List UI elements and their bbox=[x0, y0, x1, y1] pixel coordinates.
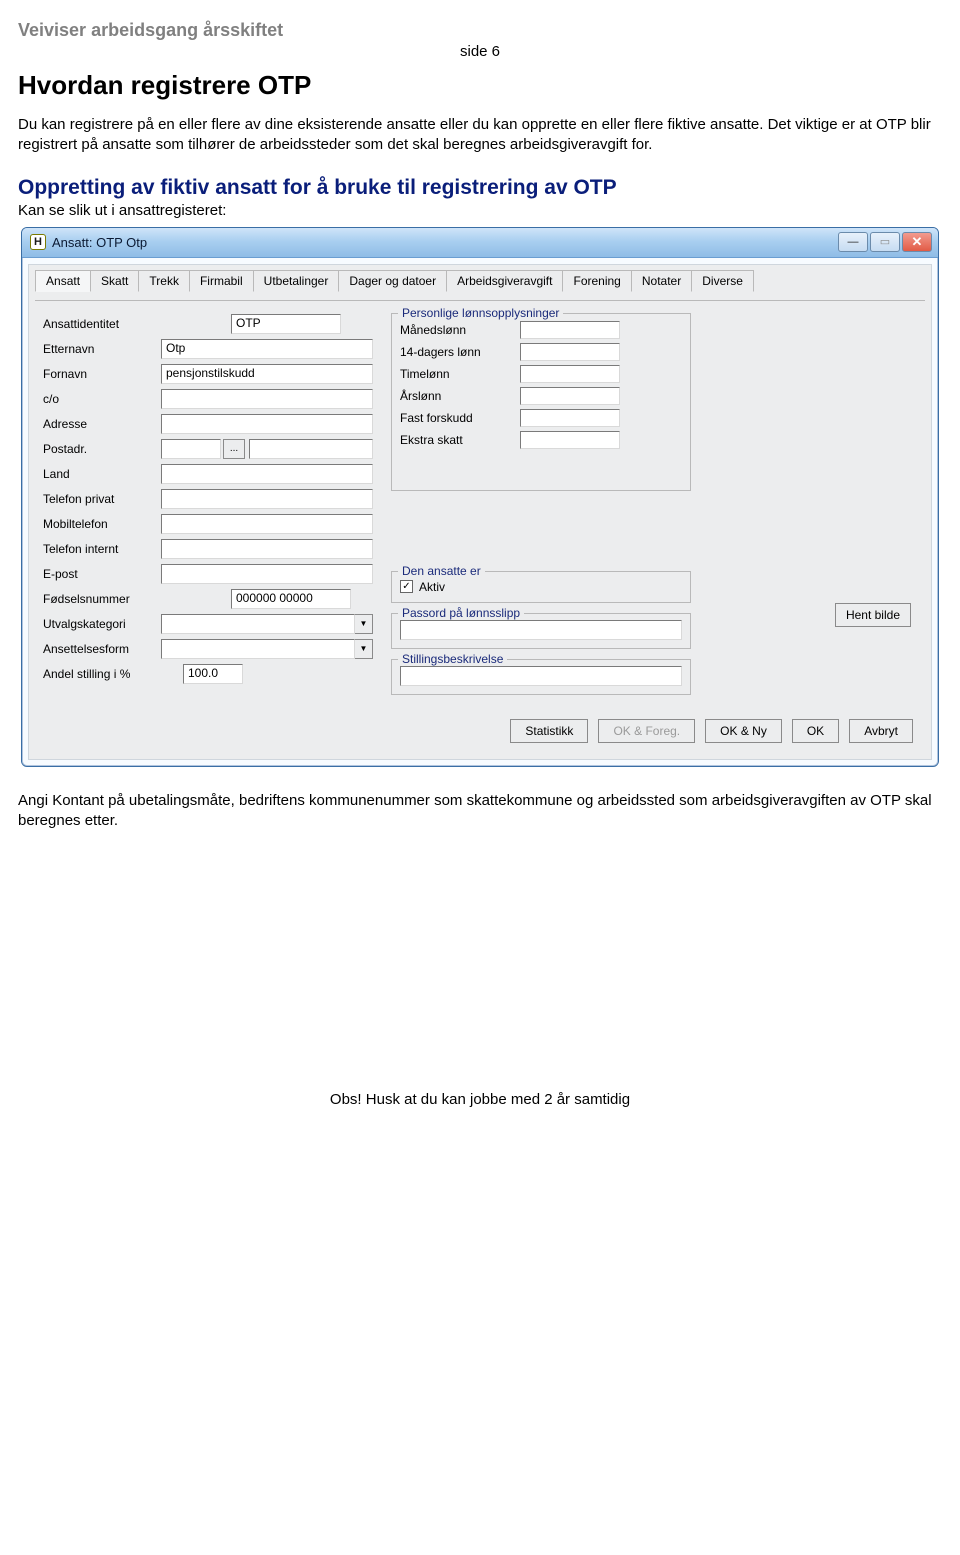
statistikk-button[interactable]: Statistikk bbox=[510, 719, 588, 743]
input-tlfint[interactable] bbox=[161, 539, 373, 559]
tab-firmabil[interactable]: Firmabil bbox=[189, 270, 254, 292]
doc-header: Veiviser arbeidsgang årsskiftet bbox=[18, 20, 942, 41]
maximize-button[interactable]: ▭ bbox=[870, 232, 900, 252]
input-passord[interactable] bbox=[400, 620, 682, 640]
tab-forening[interactable]: Forening bbox=[562, 270, 631, 292]
input-arslonn[interactable] bbox=[520, 387, 620, 405]
input-ansform[interactable] bbox=[161, 639, 355, 659]
label-fornavn: Fornavn bbox=[43, 367, 161, 381]
legend-pay: Personlige lønnsopplysninger bbox=[398, 306, 563, 320]
label-utvalg: Utvalgskategori bbox=[43, 617, 161, 631]
group-stilling: Stillingsbeskrivelse bbox=[391, 659, 691, 695]
label-mobil: Mobiltelefon bbox=[43, 517, 161, 531]
group-passord: Passord på lønnsslipp bbox=[391, 613, 691, 649]
tab-diverse[interactable]: Diverse bbox=[691, 270, 754, 292]
input-andel[interactable]: 100.0 bbox=[183, 664, 243, 684]
input-tlfpriv[interactable] bbox=[161, 489, 373, 509]
input-land[interactable] bbox=[161, 464, 373, 484]
intro-paragraph: Du kan registrere på en eller flere av d… bbox=[18, 115, 942, 156]
label-postadr: Postadr. bbox=[43, 442, 161, 456]
tab-notater[interactable]: Notater bbox=[631, 270, 692, 292]
label-ansattid: Ansattidentitet bbox=[43, 317, 161, 331]
tab-skatt[interactable]: Skatt bbox=[90, 270, 139, 292]
input-postadr[interactable] bbox=[161, 439, 221, 459]
dropdown-ansform-icon[interactable]: ▼ bbox=[355, 639, 373, 659]
input-co[interactable] bbox=[161, 389, 373, 409]
tab-dager[interactable]: Dager og datoer bbox=[338, 270, 447, 292]
tab-arbeidsgiveravgift[interactable]: Arbeidsgiveravgift bbox=[446, 270, 563, 292]
input-utvalg[interactable] bbox=[161, 614, 355, 634]
label-fnr: Fødselsnummer bbox=[43, 592, 161, 606]
label-arslonn: Årslønn bbox=[400, 389, 520, 403]
sub-caption: Kan se slik ut i ansattregisteret: bbox=[18, 202, 942, 219]
label-tlfpriv: Telefon privat bbox=[43, 492, 161, 506]
app-window: H Ansatt: OTP Otp — ▭ ✕ Ansatt Skatt Tre… bbox=[21, 227, 939, 767]
footer-note: Obs! Husk at du kan jobbe med 2 år samti… bbox=[18, 1091, 942, 1108]
tab-ansatt[interactable]: Ansatt bbox=[35, 270, 91, 292]
input-poststed[interactable] bbox=[249, 439, 373, 459]
input-fnr[interactable]: 000000 00000 bbox=[231, 589, 351, 609]
label-ekstraskatt: Ekstra skatt bbox=[400, 433, 520, 447]
input-fornavn[interactable]: pensjonstilskudd bbox=[161, 364, 373, 384]
close-button[interactable]: ✕ bbox=[902, 232, 932, 252]
dropdown-utvalg-icon[interactable]: ▼ bbox=[355, 614, 373, 634]
label-co: c/o bbox=[43, 392, 161, 406]
ok-ny-button[interactable]: OK & Ny bbox=[705, 719, 782, 743]
input-14dagers[interactable] bbox=[520, 343, 620, 361]
label-timelonn: Timelønn bbox=[400, 367, 520, 381]
label-land: Land bbox=[43, 467, 161, 481]
label-tlfint: Telefon internt bbox=[43, 542, 161, 556]
label-manedslonn: Månedslønn bbox=[400, 323, 520, 337]
label-andel: Andel stilling i % bbox=[43, 667, 183, 681]
hent-bilde-button[interactable]: Hent bilde bbox=[835, 603, 911, 627]
input-manedslonn[interactable] bbox=[520, 321, 620, 339]
input-stilling[interactable] bbox=[400, 666, 682, 686]
titlebar: H Ansatt: OTP Otp — ▭ ✕ bbox=[22, 228, 938, 258]
page-number: side 6 bbox=[18, 43, 942, 60]
label-aktiv: Aktiv bbox=[419, 580, 445, 594]
input-adresse[interactable] bbox=[161, 414, 373, 434]
ok-foreg-button[interactable]: OK & Foreg. bbox=[598, 719, 695, 743]
avbryt-button[interactable]: Avbryt bbox=[849, 719, 913, 743]
label-epost: E-post bbox=[43, 567, 161, 581]
legend-ansatt-er: Den ansatte er bbox=[398, 564, 485, 578]
input-etternavn[interactable]: Otp bbox=[161, 339, 373, 359]
main-title: Hvordan registrere OTP bbox=[18, 70, 942, 101]
tab-trekk[interactable]: Trekk bbox=[138, 270, 190, 292]
window-title: Ansatt: OTP Otp bbox=[52, 235, 147, 250]
ok-button[interactable]: OK bbox=[792, 719, 839, 743]
input-timelonn[interactable] bbox=[520, 365, 620, 383]
label-adresse: Adresse bbox=[43, 417, 161, 431]
label-etternavn: Etternavn bbox=[43, 342, 161, 356]
tab-utbetalinger[interactable]: Utbetalinger bbox=[253, 270, 340, 292]
checkbox-aktiv[interactable]: ✓ bbox=[400, 580, 413, 593]
input-forskudd[interactable] bbox=[520, 409, 620, 427]
input-ekstraskatt[interactable] bbox=[520, 431, 620, 449]
input-epost[interactable] bbox=[161, 564, 373, 584]
label-forskudd: Fast forskudd bbox=[400, 411, 520, 425]
group-ansatt-er: Den ansatte er ✓ Aktiv bbox=[391, 571, 691, 603]
label-ansform: Ansettelsesform bbox=[43, 642, 161, 656]
minimize-button[interactable]: — bbox=[838, 232, 868, 252]
subtitle: Oppretting av fiktiv ansatt for å bruke … bbox=[18, 176, 942, 200]
app-icon: H bbox=[30, 234, 46, 250]
outro-paragraph: Angi Kontant på ubetalingsmåte, bedrifte… bbox=[18, 791, 942, 832]
group-pay: Personlige lønnsopplysninger Månedslønn … bbox=[391, 313, 691, 491]
legend-stilling: Stillingsbeskrivelse bbox=[398, 652, 507, 666]
label-14dagers: 14-dagers lønn bbox=[400, 345, 520, 359]
browse-postadr-button[interactable]: ... bbox=[223, 439, 245, 459]
dialog-button-row: Statistikk OK & Foreg. OK & Ny OK Avbryt bbox=[35, 711, 925, 749]
input-ansattid[interactable]: OTP bbox=[231, 314, 341, 334]
input-mobil[interactable] bbox=[161, 514, 373, 534]
tabstrip: Ansatt Skatt Trekk Firmabil Utbetalinger… bbox=[35, 269, 925, 291]
legend-passord: Passord på lønnsslipp bbox=[398, 606, 524, 620]
